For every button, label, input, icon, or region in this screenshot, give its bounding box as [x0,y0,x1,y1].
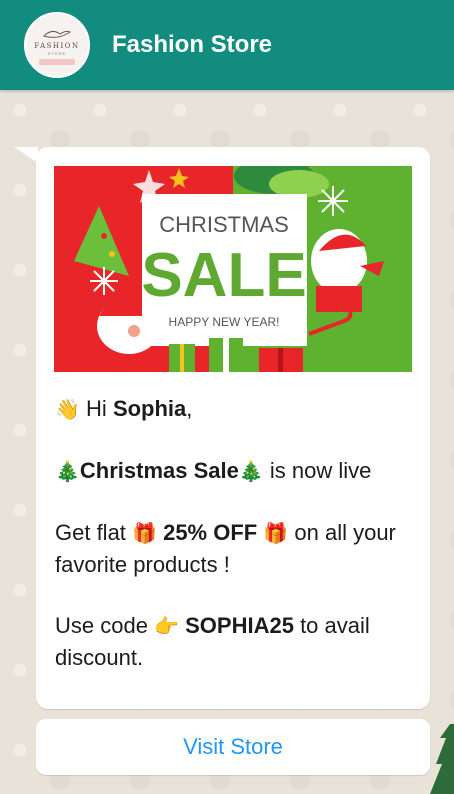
code-line: Use code 👉 SOPHIA25 to avail discount. [55,610,421,673]
bubble-tail [14,147,38,163]
chat-header: FASHION STORE Fashion Store [0,0,454,90]
pointing-hand-icon: 👉 [154,614,179,638]
snowflake-icon [318,186,348,216]
customer-name: Sophia [112,396,187,421]
sale-name: Christmas Sale [79,458,239,483]
message-body: 👋 Hi Sophia, 🎄Christmas Sale🎄 is now liv… [55,393,421,703]
banner-line2: SALE [141,241,306,310]
waving-hand-icon: 👋 [55,397,80,421]
greeting-suffix: , [186,396,193,421]
code-prefix: Use code [55,613,148,638]
sale-suffix: is now live [269,458,372,483]
store-avatar[interactable]: FASHION STORE [24,12,90,78]
gift-icon: 🎁 [132,521,157,545]
avatar-logo-text: FASHION [34,41,80,50]
visit-store-label: Visit Store [183,734,283,759]
gift-icon [169,344,195,372]
discount-value: 25% OFF [163,520,258,545]
gift-icon: 🎁 [263,521,289,545]
store-name[interactable]: Fashion Store [112,31,272,59]
snowflake-icon [90,267,118,295]
visit-store-button[interactable]: Visit Store [36,719,430,775]
christmas-tree-icon: 🎄 [55,459,80,483]
bird-logo-icon [43,30,71,38]
christmas-sale-banner[interactable]: CHRISTMAS SALE HAPPY NEW YEAR! [54,166,412,372]
greeting-line: 👋 Hi Sophia, [55,393,421,425]
avatar-logo-sub: STORE [47,50,67,56]
offer-line: Get flat 🎁 25% OFF 🎁 on all your favorit… [55,517,421,580]
message-bubble: CHRISTMAS SALE HAPPY NEW YEAR! 👋 Hi Soph… [36,147,430,709]
banner-line1: CHRISTMAS [159,212,289,237]
offer-prefix: Get flat [55,520,126,545]
christmas-tree-icon: 🎄 [238,459,264,483]
gift-icon [209,338,243,372]
avatar-logo-bar [39,58,75,65]
sale-line: 🎄Christmas Sale🎄 is now live [55,455,421,487]
coupon-code[interactable]: SOPHIA25 [185,613,294,638]
banner-line3: HAPPY NEW YEAR! [169,315,280,329]
christmas-tree-decoration-icon [430,724,454,794]
greeting-prefix: Hi [86,396,107,421]
gift-icon [259,348,303,372]
